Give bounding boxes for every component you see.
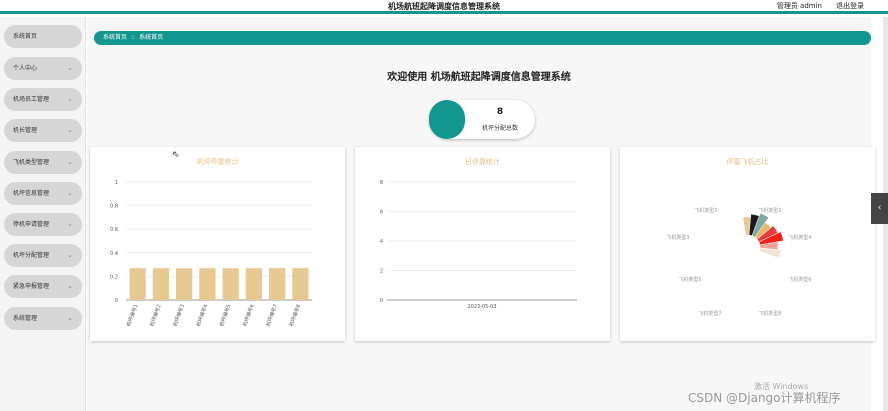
pie-slice-label: 飞机类型6 — [788, 276, 811, 283]
mouse-cursor-icon: ⇖ — [172, 150, 180, 160]
breadcrumb-current: 系统首页 — [139, 34, 164, 41]
sidebar-item-label: 机坪信息管理 — [13, 190, 50, 197]
y-tick-label: 0.4 — [110, 251, 118, 257]
bar[interactable] — [245, 268, 263, 300]
sidebar: 系统首页 个人中心 ⌄ 机场员工管理 ⌄ 机长管理 ⌄ 飞机类型管理 ⌄ 机坪信息管理 ⌄ 停机申请管… — [0, 17, 86, 411]
sidebar-item-label: 机场员工管理 — [13, 96, 50, 103]
x-tick-label: 机坪编号8 — [288, 303, 303, 327]
x-tick-label: 2023-05-03 — [467, 304, 496, 310]
x-tick-label: 机坪编号7 — [264, 303, 279, 327]
bar[interactable] — [199, 268, 216, 300]
x-tick-label: 机坪编号1 — [125, 303, 140, 327]
pie-slice-label: 飞机类型7 — [698, 310, 721, 317]
sidebar-item[interactable]: 紧急申报管理 ⌄ — [4, 275, 82, 298]
bar[interactable] — [268, 268, 286, 300]
chevron-down-icon: ⌄ — [67, 158, 73, 166]
breadcrumb: 系统首页:: 系统首页 — [94, 31, 871, 45]
x-tick-label: 机坪编号4 — [195, 303, 210, 327]
sidebar-item-label: 系统首页 — [13, 33, 38, 40]
bar[interactable] — [129, 268, 146, 300]
pie-slice[interactable] — [758, 247, 782, 259]
y-tick-label: 0.2 — [110, 274, 118, 280]
collapse-panel-button[interactable]: ‹ — [871, 193, 888, 224]
stat-value: 8 — [496, 107, 504, 117]
y-tick-label: 0 — [115, 298, 118, 304]
pie-slice-label: 飞机类型5 — [678, 276, 701, 283]
stat-card: 8 机坪分配总数 — [429, 100, 535, 139]
line-chart-card: 日停靠统计 0 2 4 6 8 2023-05-03 — [355, 147, 610, 341]
x-tick-label: 机坪编号6 — [241, 303, 256, 327]
sidebar-item-label: 机长管理 — [13, 127, 38, 134]
stat-label: 机坪分配总数 — [481, 125, 518, 132]
breadcrumb-home[interactable]: 系统首页 — [103, 34, 127, 41]
y-tick-label: 4 — [380, 239, 383, 245]
sidebar-item[interactable]: 停机申请管理 ⌄ — [4, 213, 82, 236]
pie-chart: 飞机类型1 飞机类型2 飞机类型3 飞机类型4 飞机类型5 飞机类型6 飞机类型7 飞机类型8 — [666, 207, 811, 317]
y-tick-label: 0.8 — [110, 204, 118, 210]
bar[interactable] — [152, 268, 170, 300]
chevron-down-icon: ⌄ — [67, 95, 73, 103]
sidebar-item-label: 个人中心 — [13, 65, 38, 72]
sidebar-item[interactable]: 机场员工管理 ⌄ — [4, 88, 82, 111]
y-tick-label: 1 — [115, 180, 118, 186]
bar[interactable] — [175, 268, 193, 300]
sidebar-item-label: 飞机类型管理 — [13, 159, 50, 166]
pie-slice-label: 飞机类型8 — [758, 310, 781, 317]
chevron-down-icon: ⌄ — [67, 251, 73, 259]
current-user-label: 管理员 admin — [776, 2, 822, 10]
sidebar-item-label: 系统管理 — [13, 315, 38, 322]
sidebar-item[interactable]: 系统首页 — [4, 25, 82, 48]
line-chart: 0 2 4 6 8 2023-05-03 — [380, 180, 577, 310]
bar[interactable] — [292, 268, 309, 300]
sidebar-item[interactable]: 机坪分配管理 ⌄ — [4, 244, 82, 267]
bar-chart-card: 机坪停靠统计 0 0.2 0.4 0.6 0.8 1 机坪编号1 机坪编号2 机坪编号3 机坪编号… — [90, 147, 345, 341]
chevron-down-icon: ⌄ — [67, 220, 73, 228]
sidebar-item-label: 停机申请管理 — [13, 221, 50, 228]
sidebar-item[interactable]: 机长管理 ⌄ — [4, 119, 82, 142]
sidebar-item[interactable]: 飞机类型管理 ⌄ — [4, 151, 82, 174]
chevron-down-icon: ⌄ — [67, 282, 73, 290]
logout-link[interactable]: 退出登录 — [836, 1, 864, 11]
pie-slice-label: 飞机类型4 — [788, 234, 811, 241]
main-content: 系统首页:: 系统首页 欢迎使用 机场航班起降调度信息管理系统 8 机坪分配总数 … — [87, 17, 875, 411]
chevron-down-icon: ⌄ — [67, 126, 73, 134]
chevron-left-icon: ‹ — [877, 203, 882, 213]
sidebar-item-label: 机坪分配管理 — [13, 252, 50, 259]
pie-slice-label: 飞机类型2 — [758, 207, 781, 214]
bar[interactable] — [222, 268, 239, 300]
sidebar-item-label: 紧急申报管理 — [13, 283, 50, 290]
breadcrumb-separator: :: — [131, 34, 136, 41]
csdn-watermark: CSDN @Django计算机程序 — [688, 391, 841, 405]
sidebar-item[interactable]: 个人中心 ⌄ — [4, 57, 82, 80]
y-tick-label: 6 — [380, 210, 383, 216]
sidebar-item[interactable]: 系统管理 ⌄ — [4, 307, 82, 330]
y-tick-label: 0 — [380, 298, 383, 304]
welcome-heading: 欢迎使用 机场航班起降调度信息管理系统 — [387, 72, 571, 83]
y-tick-label: 2 — [380, 269, 383, 275]
x-tick-label: 机坪编号2 — [148, 303, 163, 327]
pie-slice-label: 飞机类型1 — [694, 207, 717, 214]
chevron-down-icon: ⌄ — [67, 189, 73, 197]
pie-chart-card: 停靠飞机占比 飞机类型1 飞机类型2 飞机类型3 飞机类型4 飞机类型5 飞机类型6 飞机类… — [620, 147, 875, 341]
chevron-down-icon: ⌄ — [67, 314, 73, 322]
x-tick-label: 机坪编号5 — [218, 303, 233, 327]
pie-slice-label: 飞机类型3 — [666, 234, 689, 241]
x-tick-label: 机坪编号3 — [171, 303, 186, 327]
sidebar-item[interactable]: 机坪信息管理 ⌄ — [4, 182, 82, 205]
stat-icon — [429, 100, 465, 139]
y-tick-label: 8 — [380, 180, 383, 186]
bar-chart: 0 0.2 0.4 0.6 0.8 1 机坪编号1 机坪编号2 机坪编号3 机坪编号4 机坪编号5 机… — [110, 180, 312, 327]
top-header: 机场航班起降调度信息管理系统 管理员 admin 退出登录 — [0, 0, 888, 14]
y-tick-label: 0.6 — [110, 227, 118, 233]
app-title: 机场航班起降调度信息管理系统 — [388, 2, 500, 11]
chevron-down-icon: ⌄ — [67, 64, 73, 72]
